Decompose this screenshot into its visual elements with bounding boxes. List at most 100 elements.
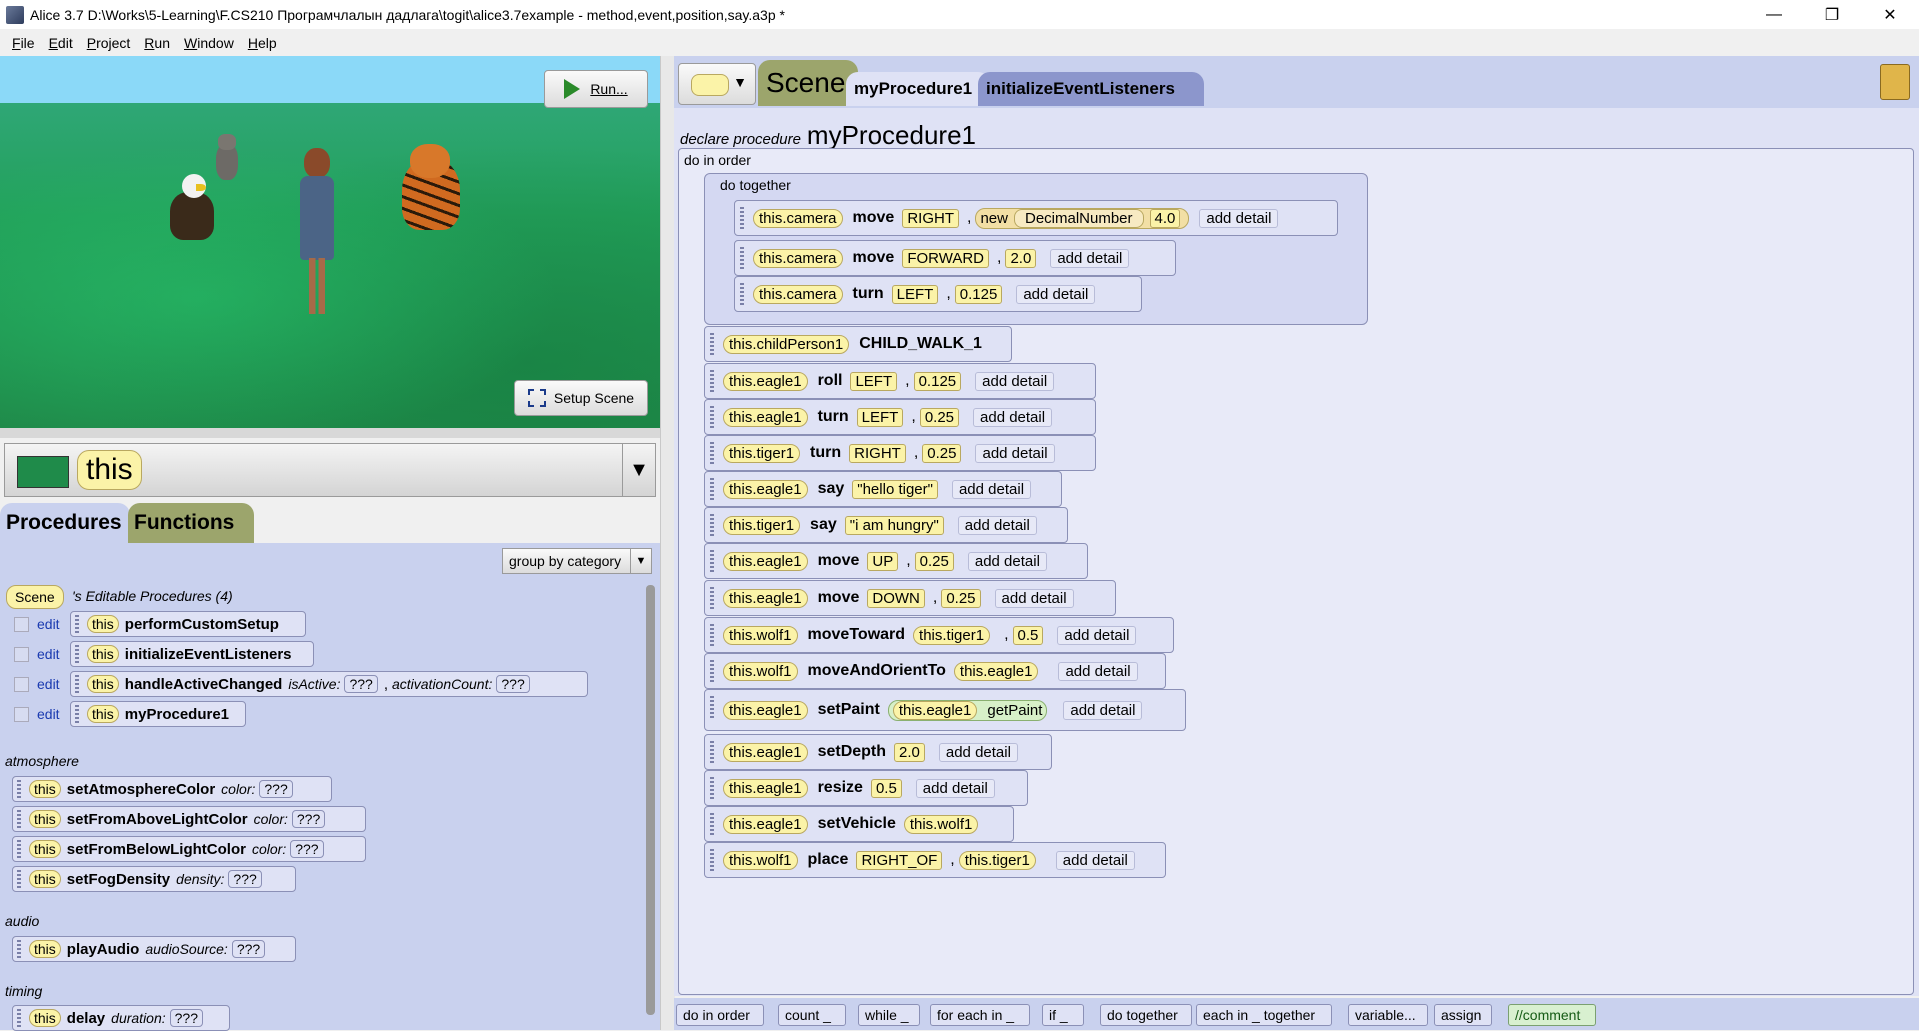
statement[interactable]: this.wolf1 moveAndOrientTo this.eagle1 a… <box>704 653 1166 689</box>
proc-set-from-below-light-color[interactable]: this setFromBelowLightColor color: ??? <box>12 836 366 862</box>
menu-window[interactable]: Window <box>184 35 234 51</box>
restore-button[interactable]: ❐ <box>1803 0 1861 29</box>
edit-link[interactable]: edit <box>37 616 61 632</box>
tiger-model[interactable] <box>400 144 464 236</box>
proc-my-procedure1[interactable]: this myProcedure1 <box>70 701 246 727</box>
procedure-declaration: declare procedure myProcedure1 <box>680 120 976 150</box>
title-bar: Alice 3.7 D:\Works\5-Learning\F.CS210 Пр… <box>0 0 1919 29</box>
add-detail-button[interactable]: add detail <box>1058 661 1138 681</box>
add-detail-button[interactable]: add detail <box>1055 850 1135 870</box>
proc-set-atmosphere-color[interactable]: this setAtmosphereColor color: ??? <box>12 776 332 802</box>
statement[interactable]: this.childPerson1 CHILD_WALK_1 <box>704 326 1012 362</box>
menu-help[interactable]: Help <box>248 35 277 51</box>
statement[interactable]: this.eagle1 resize 0.5 add detail <box>704 770 1028 806</box>
edit-link[interactable]: edit <box>37 646 61 662</box>
menu-project[interactable]: Project <box>87 35 131 51</box>
statement[interactable]: this.eagle1 setDepth 2.0 add detail <box>704 734 1052 770</box>
category-audio: audio <box>5 913 40 929</box>
minimize-button[interactable]: — <box>1745 0 1803 29</box>
add-detail-button[interactable]: add detail <box>1016 284 1096 304</box>
add-detail-button[interactable]: add detail <box>915 778 995 798</box>
statement[interactable]: this.tiger1 turn RIGHT , 0.25 add detail <box>704 435 1096 471</box>
statement[interactable]: this.eagle1 setPaint this.eagle1 getPain… <box>704 689 1186 731</box>
proc-set-from-above-light-color[interactable]: this setFromAboveLightColor color: ??? <box>12 806 366 832</box>
chevron-down-icon: ▼ <box>733 74 747 90</box>
do-together-label: do together <box>720 177 791 193</box>
statement[interactable]: this.camera turn LEFT , 0.125 add detail <box>734 276 1142 312</box>
control-while[interactable]: while _ <box>858 1004 920 1026</box>
control-do-in-order[interactable]: do in order <box>676 1004 764 1026</box>
add-detail-button[interactable]: add detail <box>994 588 1074 608</box>
add-detail-button[interactable]: add detail <box>975 371 1055 391</box>
add-detail-button[interactable]: add detail <box>967 551 1047 571</box>
statement[interactable]: this.eagle1 roll LEFT , 0.125 add detail <box>704 363 1096 399</box>
add-detail-button[interactable]: add detail <box>975 443 1055 463</box>
group-by-select[interactable]: group by category ▼ <box>502 548 652 574</box>
tab-scene[interactable]: Scene <box>758 60 858 106</box>
chevron-down-icon[interactable]: ▼ <box>622 444 655 496</box>
statement[interactable]: this.camera move FORWARD , 2.0 add detai… <box>734 240 1176 276</box>
statement[interactable]: this.eagle1 move DOWN , 0.25 add detail <box>704 580 1116 616</box>
tab-initialize-event-listeners[interactable]: initializeEventListeners <box>978 72 1204 106</box>
row-checkbox[interactable] <box>14 646 29 662</box>
add-detail-button[interactable]: add detail <box>1057 625 1137 645</box>
menu-edit[interactable]: Edit <box>49 35 73 51</box>
row-checkbox[interactable] <box>14 616 29 632</box>
category-timing: timing <box>5 983 43 999</box>
control-each-in-together[interactable]: each in _ together <box>1196 1004 1332 1026</box>
category-atmosphere: atmosphere <box>5 753 79 769</box>
edit-link[interactable]: edit <box>37 706 61 722</box>
statement[interactable]: this.camera move RIGHT , new DecimalNumb… <box>734 200 1338 236</box>
add-detail-button[interactable]: add detail <box>1063 700 1143 720</box>
add-detail-button[interactable]: add detail <box>973 407 1053 427</box>
add-detail-button[interactable]: add detail <box>1199 208 1279 228</box>
close-button[interactable]: ✕ <box>1861 0 1919 29</box>
statement[interactable]: this.wolf1 place RIGHT_OF , this.tiger1 … <box>704 842 1166 878</box>
control-variable[interactable]: variable... <box>1348 1004 1428 1026</box>
type-selector[interactable]: ▼ <box>678 63 756 105</box>
control-if[interactable]: if _ <box>1042 1004 1084 1026</box>
control-for-each-in[interactable]: for each in _ <box>930 1004 1030 1026</box>
horizontal-split-handle[interactable] <box>0 428 660 438</box>
scene-owner-pill: Scene <box>6 585 64 609</box>
new-expression[interactable]: new DecimalNumber 4.0 <box>975 207 1190 229</box>
get-paint-expression[interactable]: this.eagle1 getPaint <box>887 699 1048 721</box>
tab-procedures[interactable]: Procedures <box>0 503 130 543</box>
control-count[interactable]: count _ <box>778 1004 846 1026</box>
add-detail-button[interactable]: add detail <box>938 742 1018 762</box>
menu-file[interactable]: File <box>12 35 35 51</box>
statement[interactable]: this.wolf1 moveToward this.tiger1 , 0.5 … <box>704 617 1174 653</box>
control-comment[interactable]: //comment <box>1508 1004 1596 1026</box>
statement[interactable]: this.tiger1 say "i am hungry" add detail <box>704 507 1068 543</box>
row-checkbox[interactable] <box>14 676 29 692</box>
setup-scene-button[interactable]: Setup Scene <box>514 380 648 416</box>
vertical-split-handle[interactable] <box>660 56 675 1030</box>
proc-handle-active-changed[interactable]: this handleActiveChanged isActive: ??? ,… <box>70 671 588 697</box>
proc-initialize-event-listeners[interactable]: this initializeEventListeners <box>70 641 314 667</box>
statement[interactable]: this.eagle1 turn LEFT , 0.25 add detail <box>704 399 1096 435</box>
add-detail-button[interactable]: add detail <box>1050 248 1130 268</box>
tab-functions[interactable]: Functions <box>128 503 254 543</box>
edit-link[interactable]: edit <box>37 676 61 692</box>
statement[interactable]: this.eagle1 move UP , 0.25 add detail <box>704 543 1088 579</box>
add-detail-button[interactable]: add detail <box>957 515 1037 535</box>
control-assign[interactable]: assign <box>1434 1004 1492 1026</box>
instance-selector[interactable]: this ▼ <box>4 443 656 497</box>
statement[interactable]: this.eagle1 setVehicle this.wolf1 <box>704 806 1014 842</box>
clipboard-icon[interactable] <box>1880 64 1910 100</box>
proc-set-fog-density[interactable]: this setFogDensity density: ??? <box>12 866 296 892</box>
left-scrollbar[interactable] <box>646 585 655 1015</box>
run-button[interactable]: Run... <box>544 70 648 108</box>
menu-run[interactable]: Run <box>144 35 170 51</box>
tab-my-procedure1[interactable]: myProcedure1 <box>846 72 990 106</box>
child-person-model[interactable] <box>294 148 340 318</box>
row-checkbox[interactable] <box>14 706 29 722</box>
statement[interactable]: this.eagle1 say "hello tiger" add detail <box>704 471 1062 507</box>
proc-play-audio[interactable]: this playAudio audioSource: ??? <box>12 936 296 962</box>
scene-3d-view[interactable] <box>0 56 660 428</box>
control-do-together[interactable]: do together <box>1100 1004 1192 1026</box>
proc-delay[interactable]: this delay duration: ??? <box>12 1005 230 1031</box>
eagle-model[interactable] <box>170 174 220 246</box>
proc-perform-custom-setup[interactable]: this performCustomSetup <box>70 611 306 637</box>
add-detail-button[interactable]: add detail <box>951 479 1032 499</box>
